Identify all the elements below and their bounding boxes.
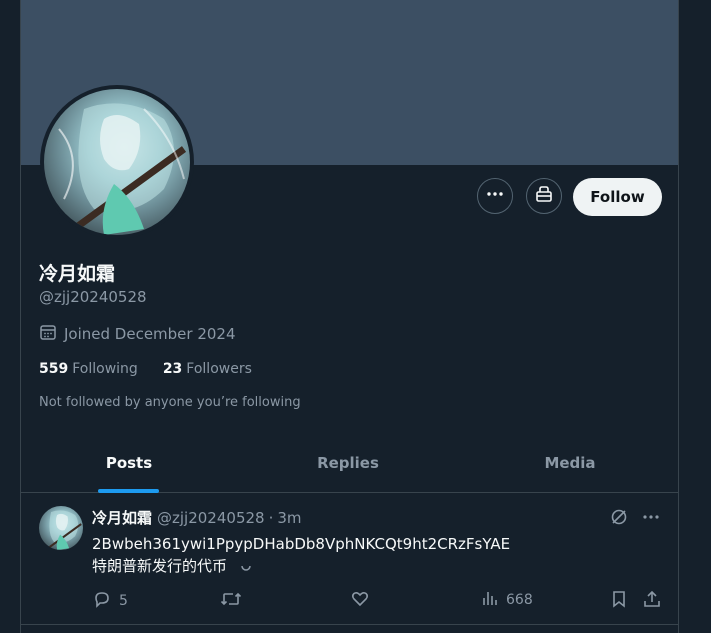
post-actions: 5 668 xyxy=(92,589,662,611)
post-body: 2Bwbeh361ywi1PpypDHabDb8VphNKCQt9ht2CRzF… xyxy=(92,533,510,578)
joined-label: Joined December 2024 xyxy=(64,325,236,343)
repost-icon xyxy=(220,589,249,613)
profile-name: 冷月如霜 xyxy=(39,263,116,285)
views-icon xyxy=(481,589,506,611)
profile-avatar[interactable] xyxy=(40,85,194,239)
share-button[interactable] xyxy=(643,589,668,613)
more-icon xyxy=(486,185,504,207)
more-icon[interactable] xyxy=(642,508,660,530)
gift-button[interactable] xyxy=(526,178,562,214)
bookmark-button[interactable] xyxy=(610,589,635,613)
calendar-icon xyxy=(39,323,64,345)
followed-by-note: Not followed by anyone you’re following xyxy=(39,395,301,410)
follow-button[interactable]: Follow xyxy=(573,178,662,216)
repost-button[interactable] xyxy=(220,589,249,613)
post-line-2: 特朗普新发行的代币 xyxy=(92,555,510,578)
tab-media[interactable]: Media xyxy=(459,434,681,492)
post-line-1: 2Bwbeh361ywi1PpypDHabDb8VphNKCQt9ht2CRzF… xyxy=(92,535,511,553)
follow-stats: 559 Following 23 Followers xyxy=(39,361,277,377)
gift-icon xyxy=(534,184,554,208)
post-item[interactable]: 冷月如霜 @zjj20240528 · 3m 2Bwbeh361ywi1Ppyp… xyxy=(21,493,678,625)
views-count: 668 xyxy=(506,592,533,608)
share-icon xyxy=(643,589,668,613)
followers-link[interactable]: 23 Followers xyxy=(163,361,252,377)
profile-handle: @zjj20240528 xyxy=(39,288,147,306)
joined-date: Joined December 2024 xyxy=(39,323,236,345)
reply-icon xyxy=(92,589,119,613)
post-header: 冷月如霜 @zjj20240528 · 3m xyxy=(92,507,302,528)
post-time[interactable]: 3m xyxy=(277,509,301,527)
post-author-handle[interactable]: @zjj20240528 xyxy=(157,509,265,527)
reply-count: 5 xyxy=(119,593,128,609)
post-separator: · xyxy=(268,508,274,527)
views-button[interactable]: 668 xyxy=(481,589,533,611)
like-icon xyxy=(350,589,377,613)
tab-posts[interactable]: Posts xyxy=(21,434,237,492)
grok-icon[interactable] xyxy=(610,508,628,530)
post-avatar[interactable] xyxy=(39,506,83,550)
avatar-image xyxy=(44,89,190,235)
post-header-actions xyxy=(610,508,660,530)
reply-button[interactable]: 5 xyxy=(92,589,128,613)
profile-column: Follow 冷月如霜 @zjj20240528 Joined December… xyxy=(20,0,679,633)
tab-replies[interactable]: Replies xyxy=(237,434,459,492)
following-link[interactable]: 559 Following xyxy=(39,361,138,377)
post-author-name[interactable]: 冷月如霜 xyxy=(92,507,152,528)
more-options-button[interactable] xyxy=(477,178,513,214)
profile-tabs: Posts Replies Media xyxy=(21,434,678,493)
loading-spinner-icon xyxy=(240,556,252,578)
like-button[interactable] xyxy=(350,589,377,613)
bookmark-icon xyxy=(610,589,635,613)
